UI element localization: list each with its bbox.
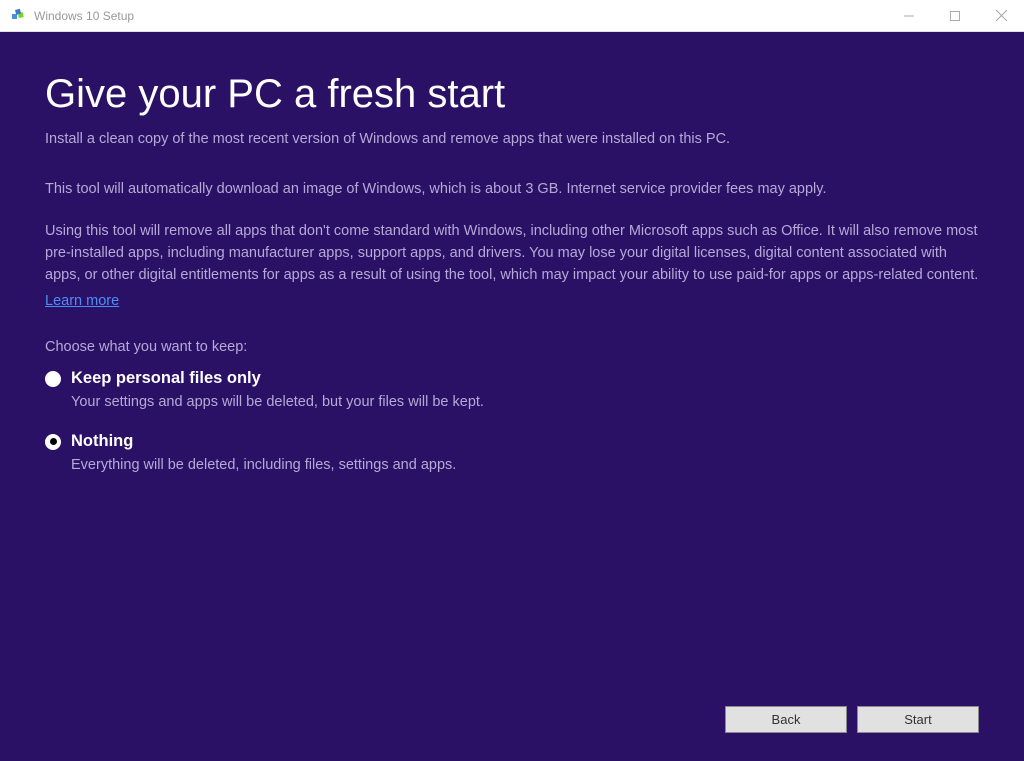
window-title: Windows 10 Setup	[34, 9, 886, 23]
radio-keep-files[interactable]	[45, 371, 61, 387]
radio-nothing-label[interactable]: Nothing	[71, 432, 133, 451]
radio-option-keep-files: Keep personal files only Your settings a…	[45, 369, 979, 414]
app-icon	[10, 8, 26, 24]
back-button[interactable]: Back	[725, 706, 847, 733]
start-button[interactable]: Start	[857, 706, 979, 733]
button-bar: Back Start	[725, 706, 979, 733]
titlebar: Windows 10 Setup	[0, 0, 1024, 32]
radio-keep-files-label[interactable]: Keep personal files only	[71, 369, 261, 388]
radio-option-nothing: Nothing Everything will be deleted, incl…	[45, 432, 979, 477]
content-area: Give your PC a fresh start Install a cle…	[0, 32, 1024, 761]
radio-keep-files-desc: Your settings and apps will be deleted, …	[71, 392, 979, 414]
radio-nothing[interactable]	[45, 434, 61, 450]
learn-more-link[interactable]: Learn more	[45, 293, 119, 309]
window-controls	[886, 0, 1024, 31]
choose-label: Choose what you want to keep:	[45, 339, 979, 355]
page-title: Give your PC a fresh start	[45, 72, 979, 117]
info-download: This tool will automatically download an…	[45, 179, 979, 201]
minimize-button[interactable]	[886, 0, 932, 31]
page-subtitle: Install a clean copy of the most recent …	[45, 129, 979, 149]
close-button[interactable]	[978, 0, 1024, 31]
maximize-button[interactable]	[932, 0, 978, 31]
radio-nothing-desc: Everything will be deleted, including fi…	[71, 455, 979, 477]
info-warning: Using this tool will remove all apps tha…	[45, 221, 979, 286]
